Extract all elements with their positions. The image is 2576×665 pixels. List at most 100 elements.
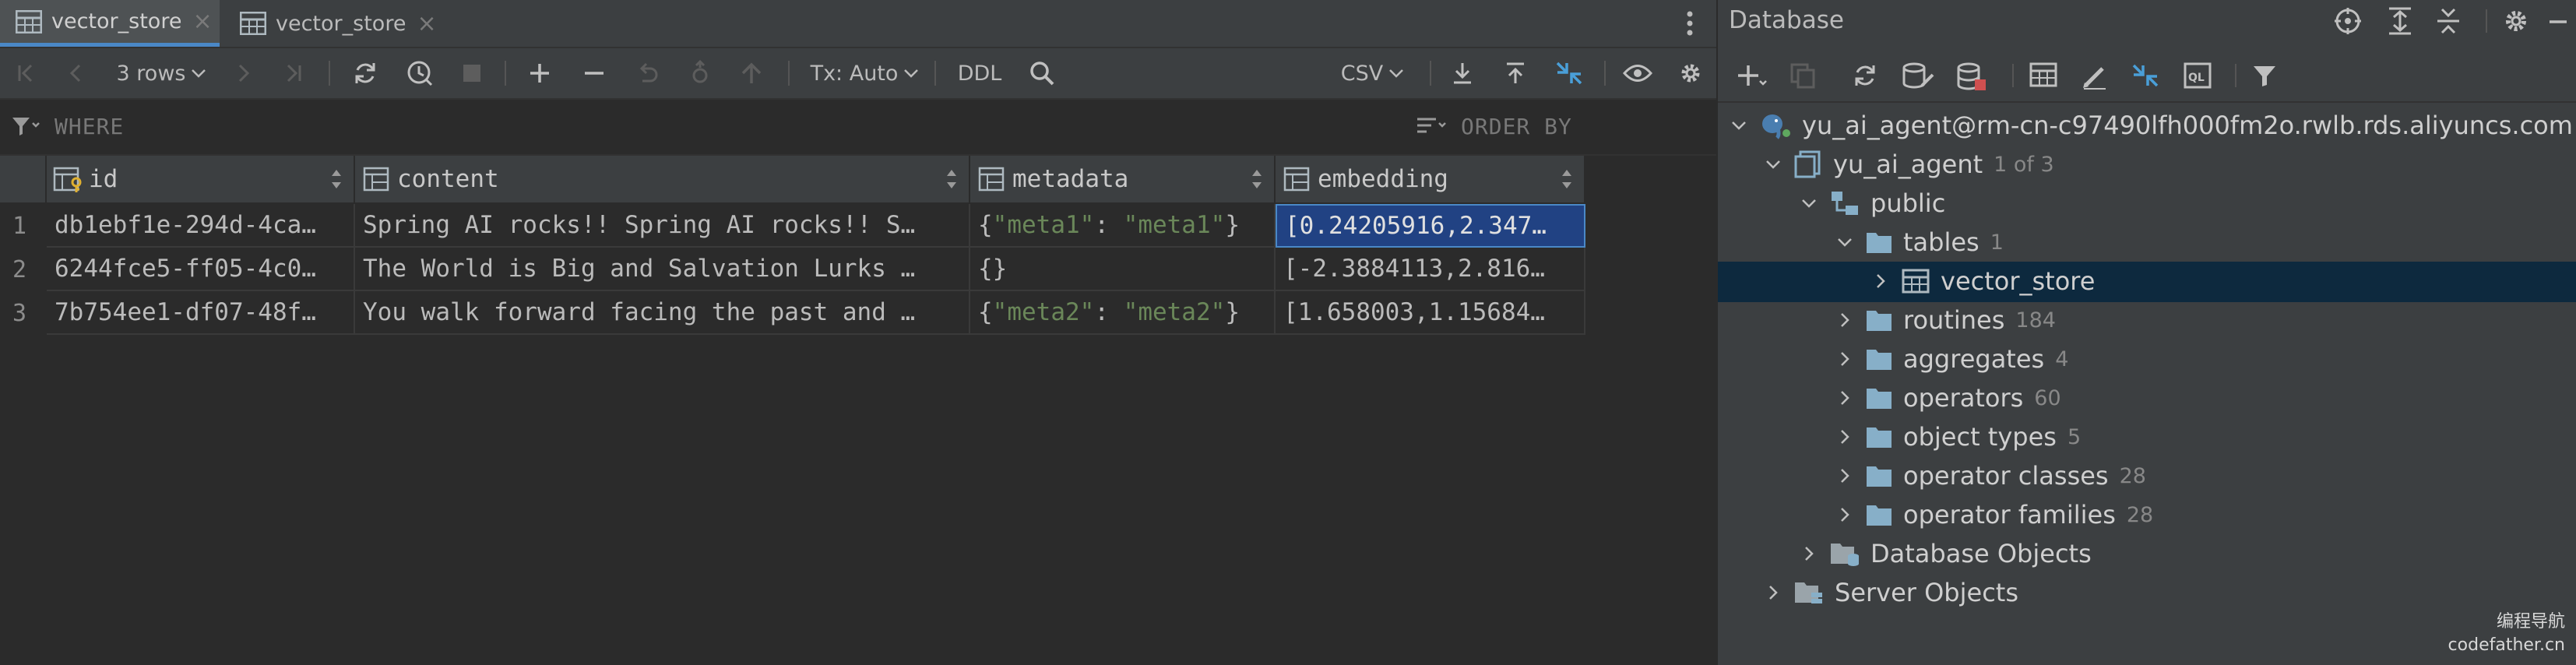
cell-content[interactable]: Spring AI rocks!! Spring AI rocks!! S… <box>355 204 970 248</box>
tree-node-table-vector-store[interactable]: vector_store <box>1870 262 2095 301</box>
delete-row-icon[interactable] <box>578 48 611 98</box>
row-number[interactable]: 2 <box>0 248 44 291</box>
cell-content[interactable]: The World is Big and Salvation Lurks … <box>355 248 970 291</box>
next-page-icon[interactable] <box>227 48 259 98</box>
rows-page-size-select[interactable]: 3 rows <box>109 48 215 98</box>
search-icon[interactable] <box>1025 48 1059 98</box>
refresh-icon[interactable] <box>1852 62 1878 89</box>
edit-pencil-icon[interactable] <box>2081 62 2109 90</box>
cell-content[interactable]: You walk forward facing the past and … <box>355 291 970 335</box>
chevron-right-icon <box>1769 586 1778 600</box>
tab-vector-store[interactable]: vector_store × <box>224 0 450 47</box>
tree-node-aggregates[interactable]: aggregates 4 <box>1835 340 2068 378</box>
compare-icon[interactable] <box>2131 61 2160 90</box>
cell-embedding-selected[interactable]: [0.24205916,2.347… <box>1276 204 1585 248</box>
tree-node-tables[interactable]: tables 1 <box>1835 223 2004 262</box>
ddl-label: DDL <box>957 61 1002 86</box>
column-header-embedding[interactable]: embedding <box>1276 156 1585 202</box>
export-format-select[interactable]: CSV <box>1336 48 1409 98</box>
json-value: "meta1" <box>1123 211 1226 239</box>
filter-icon[interactable] <box>2252 64 2277 87</box>
collapse-all-icon[interactable] <box>2434 6 2462 36</box>
add-row-icon[interactable] <box>523 48 556 98</box>
column-header-id[interactable]: id <box>47 156 355 202</box>
folder-label: operator families <box>1903 500 2116 530</box>
order-by-clause-input[interactable]: ORDER BY <box>1461 114 1572 139</box>
tree-node-connection[interactable]: yu_ai_agent@rm-cn-c97490lfh000fm2o.rwlb.… <box>1729 106 2573 145</box>
tree-node-operator-families[interactable]: operator families 28 <box>1835 495 2153 534</box>
stop-icon[interactable] <box>456 48 487 98</box>
query-history-icon[interactable] <box>402 48 438 98</box>
sort-toggle-icon[interactable] <box>945 167 958 192</box>
cell-embedding[interactable]: [-2.3884113,2.816… <box>1276 248 1585 291</box>
tree-node-database-objects[interactable]: Database Objects <box>1799 534 2092 573</box>
close-tab-icon[interactable]: × <box>192 8 212 35</box>
sort-icon[interactable] <box>1416 115 1448 137</box>
transaction-mode-select[interactable]: Tx: Auto <box>807 48 924 98</box>
last-page-icon[interactable] <box>277 48 308 98</box>
database-badge[interactable]: 1 of 3 <box>1994 153 2054 177</box>
folder-count: 60 <box>2034 385 2061 410</box>
toolbar-separator <box>1604 61 1606 86</box>
column-header-content[interactable]: content <box>355 156 970 202</box>
tree-node-database[interactable]: yu_ai_agent 1 of 3 <box>1763 145 2054 184</box>
row-number[interactable]: 1 <box>0 204 44 248</box>
cell-id[interactable]: db1ebf1e-294d-4ca… <box>47 204 355 248</box>
tree-node-operators[interactable]: operators 60 <box>1835 378 2061 417</box>
table-icon <box>16 9 42 33</box>
tab-label: vector_store <box>276 11 406 36</box>
table-label: vector_store <box>1941 266 2096 296</box>
first-page-icon[interactable] <box>11 48 42 98</box>
previous-page-icon[interactable] <box>61 48 92 98</box>
revert-icon[interactable] <box>631 48 663 98</box>
settings-gear-icon[interactable] <box>1673 48 1709 98</box>
table-editor-icon[interactable] <box>2029 62 2057 87</box>
ddl-button[interactable]: DDL <box>952 48 1008 98</box>
folder-count: 28 <box>2119 463 2146 488</box>
filter-icon[interactable] <box>11 115 40 137</box>
database-stack-icon[interactable] <box>1956 62 1987 92</box>
cell-metadata[interactable]: {"meta1": "meta1"} <box>970 204 1276 248</box>
minimize-icon[interactable] <box>2548 19 2568 25</box>
where-clause-input[interactable]: WHERE <box>55 114 124 139</box>
cell-metadata[interactable]: {} <box>970 248 1276 291</box>
editor-tab-bar: vector_store × vector_store × <box>0 0 1716 48</box>
sort-toggle-icon[interactable] <box>1561 167 1573 192</box>
tab-vector-store-active[interactable]: vector_store × <box>0 0 220 47</box>
copy-icon[interactable] <box>1789 62 1816 89</box>
folder-count: 5 <box>2067 424 2082 449</box>
tree-node-operator-classes[interactable]: operator classes 28 <box>1835 456 2146 495</box>
filter-bar: WHERE ORDER BY <box>0 100 1716 156</box>
tree-node-routines[interactable]: routines 184 <box>1835 301 2056 340</box>
refresh-icon[interactable] <box>347 48 383 98</box>
cell-embedding[interactable]: [1.658003,1.15684… <box>1276 291 1585 335</box>
settings-gear-icon[interactable] <box>2501 6 2531 36</box>
folder-label: operator classes <box>1903 461 2109 491</box>
expand-all-icon[interactable] <box>2386 6 2414 36</box>
folder-icon <box>1866 464 1892 487</box>
close-tab-icon[interactable]: × <box>417 10 436 37</box>
row-number-header <box>0 156 47 202</box>
submit-preview-icon[interactable] <box>684 48 716 98</box>
sort-toggle-icon[interactable] <box>1251 167 1263 192</box>
row-number[interactable]: 3 <box>0 291 44 335</box>
upload-icon[interactable] <box>1498 48 1533 98</box>
cell-id[interactable]: 7b754ee1-df07-48f… <box>47 291 355 335</box>
target-locate-icon[interactable] <box>2333 6 2363 36</box>
view-options-icon[interactable] <box>1620 48 1656 98</box>
cell-id[interactable]: 6244fce5-ff05-4c0… <box>47 248 355 291</box>
submit-icon[interactable] <box>735 48 768 98</box>
query-console-icon[interactable]: QL <box>2184 62 2212 89</box>
cell-metadata[interactable]: {"meta2": "meta2"} <box>970 291 1276 335</box>
add-datasource-icon[interactable] <box>1737 62 1768 90</box>
tree-node-server-objects[interactable]: Server Objects <box>1763 573 2018 612</box>
sort-toggle-icon[interactable] <box>330 167 343 192</box>
download-icon[interactable] <box>1445 48 1480 98</box>
tree-node-schema[interactable]: public <box>1799 184 1945 223</box>
column-header-metadata[interactable]: metadata <box>970 156 1276 202</box>
compare-icon[interactable] <box>1551 48 1587 98</box>
more-options-icon[interactable] <box>1680 6 1699 40</box>
datasource-properties-icon[interactable] <box>1902 62 1936 90</box>
folder-icon <box>1866 503 1892 526</box>
tree-node-object-types[interactable]: object types 5 <box>1835 417 2081 456</box>
